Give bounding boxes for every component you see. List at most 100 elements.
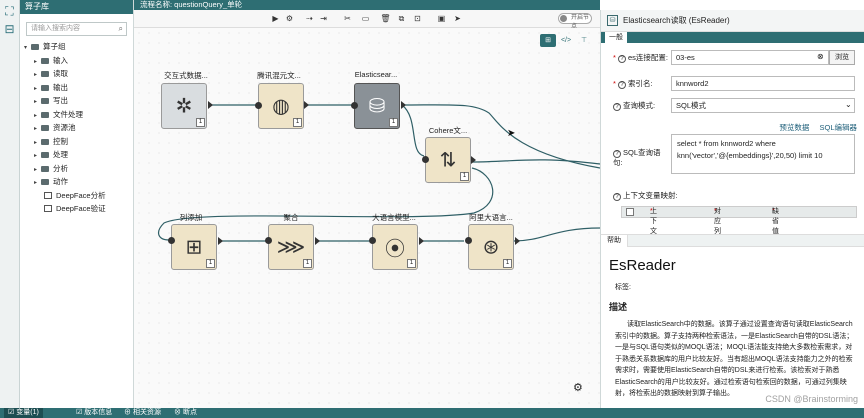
output-port[interactable] xyxy=(401,101,406,109)
rerank-icon: ⇅ xyxy=(439,149,457,172)
tree-root[interactable]: ▾ 算子组 xyxy=(20,40,133,54)
input-port[interactable] xyxy=(168,237,175,244)
help-icon[interactable]: ? xyxy=(613,150,621,158)
help-icon[interactable]: ? xyxy=(618,81,627,89)
input-port[interactable] xyxy=(265,237,272,244)
copy-icon[interactable]: ⧉ xyxy=(396,13,407,24)
tree-item-deepface-analyze[interactable]: DeepFace分析 xyxy=(20,189,133,203)
tab-general[interactable]: 一般 xyxy=(605,32,627,43)
es-config-field[interactable]: 03-es xyxy=(671,50,829,65)
output-port[interactable] xyxy=(304,101,309,109)
flow-node-elasticsearch[interactable]: ⛁ 1 xyxy=(354,83,400,129)
run-icon[interactable]: ▶ xyxy=(270,13,281,24)
help-icon[interactable]: ? xyxy=(613,103,621,111)
index-label: * ? 索引名: xyxy=(613,79,653,89)
globe-icon: ◍ xyxy=(272,95,290,118)
properties-panel: ⛁ Elasticsearch读取 (EsReader) 一般 * ? es连接配… xyxy=(600,10,864,255)
input-port[interactable] xyxy=(369,237,376,244)
database-icon: ⛁ xyxy=(368,95,386,118)
browse-button[interactable]: 浏览 xyxy=(829,50,855,65)
tab-variables[interactable]: ☑ 变量(1) xyxy=(4,408,43,418)
tree-group-write[interactable]: ▸ 写出 xyxy=(20,94,133,108)
chevron-down-icon[interactable]: ⌄ xyxy=(845,100,852,109)
output-port[interactable] xyxy=(471,156,476,164)
ali-llm-icon: ⊛ xyxy=(482,236,500,259)
tree-group-file[interactable]: ▸ 文件处理 xyxy=(20,108,133,122)
tree-icon[interactable]: ⊟ xyxy=(3,22,17,36)
select-all-checkbox[interactable] xyxy=(626,208,634,216)
library-search-input[interactable]: 请输入搜索内容 ⌕ xyxy=(26,22,127,36)
sql-textarea[interactable]: select * from knnword2 where knn('vector… xyxy=(671,134,855,174)
clear-icon[interactable]: ⊗ xyxy=(817,52,824,61)
input-port[interactable] xyxy=(465,237,472,244)
output-port[interactable] xyxy=(419,237,424,245)
tree-group-pool[interactable]: ▸ 资源池 xyxy=(20,121,133,135)
bottom-tabbar: ☑ 变量(1) ☑ 版本信息 ⊕ 相关资源 ⊗ 断点 xyxy=(0,408,864,418)
flow-node-cohere[interactable]: ⇅ 1 xyxy=(425,137,471,183)
help-icon[interactable]: ? xyxy=(613,193,621,201)
flow-node-aggregate[interactable]: ⋙ 1 xyxy=(268,224,314,270)
settings-gear-icon[interactable]: ⚙ xyxy=(573,381,583,394)
index-field[interactable]: knnword2 xyxy=(671,76,855,91)
node-label: 交互式数据... xyxy=(164,71,208,80)
output-port[interactable] xyxy=(218,237,223,245)
tab-help[interactable]: 帮助 xyxy=(601,235,628,247)
input-port[interactable] xyxy=(255,102,262,109)
preview-data-link[interactable]: 预览数据 xyxy=(779,123,809,132)
input-port[interactable] xyxy=(351,102,358,109)
monitor-icon[interactable]: ▭ xyxy=(360,13,371,24)
tree-group-control[interactable]: ▸ 控制 xyxy=(20,135,133,149)
disconnect-icon[interactable]: ⇥ xyxy=(318,13,329,24)
search-icon[interactable]: ⌕ xyxy=(119,23,123,35)
flow-node-interactive-data[interactable]: ✲ 1 xyxy=(161,83,207,129)
operator-icon xyxy=(44,205,52,212)
tree-group-read[interactable]: ▸ 读取 xyxy=(20,67,133,81)
chevron-down-icon[interactable]: ▾ xyxy=(24,42,31,56)
help-tags: 标签: xyxy=(615,284,631,291)
tree-group-process[interactable]: ▸ 处理 xyxy=(20,148,133,162)
tab-breakpoints[interactable]: ⊗ 断点 xyxy=(170,408,201,418)
tree-group-output[interactable]: ▸ 输出 xyxy=(20,81,133,95)
sql-editor-link[interactable]: SQL编辑器 xyxy=(819,123,857,132)
flow-node-ali-llm[interactable]: ⊛ 1 xyxy=(468,224,514,270)
send-icon[interactable]: ➤ xyxy=(452,13,463,24)
tree-group-action[interactable]: ▸ 动作 xyxy=(20,175,133,189)
tree-group-analysis[interactable]: ▸ 分析 xyxy=(20,162,133,176)
folder-icon xyxy=(41,125,49,131)
delete-icon[interactable]: 🗑 xyxy=(380,13,391,24)
output-port[interactable] xyxy=(208,101,213,109)
save-icon[interactable]: ▣ xyxy=(436,13,447,24)
help-icon[interactable]: ? xyxy=(618,55,627,63)
query-mode-label: ? 查询模式: xyxy=(613,100,655,111)
properties-header: ⛁ Elasticsearch读取 (EsReader) xyxy=(601,10,864,32)
tab-version[interactable]: ☑ 版本信息 xyxy=(72,408,116,418)
query-mode-select[interactable]: SQL模式 xyxy=(671,98,855,113)
tree-item-deepface-verify[interactable]: DeepFace验证 xyxy=(20,202,133,216)
tab-resources[interactable]: ⊕ 相关资源 xyxy=(120,408,165,418)
flow-node-llm[interactable]: ⦿ 1 xyxy=(372,224,418,270)
node-toggle[interactable]: 开启节点 xyxy=(558,13,592,30)
node-count: 1 xyxy=(460,172,469,181)
node-count: 1 xyxy=(206,259,215,268)
context-map-label: ? 上下文变量映射: xyxy=(613,190,678,201)
input-port[interactable] xyxy=(422,156,429,163)
tools-icon[interactable]: ✂ xyxy=(342,13,353,24)
library-title: 算子库 xyxy=(20,0,133,14)
output-port[interactable] xyxy=(315,237,320,245)
node-label: Cohere文... xyxy=(428,126,468,135)
flow-node-hunyuan[interactable]: ◍ 1 xyxy=(258,83,304,129)
paste-icon[interactable]: ⊡ xyxy=(412,13,423,24)
node-label: 列添加 xyxy=(179,213,203,222)
node-count: 1 xyxy=(407,259,416,268)
mouse-cursor-icon: ➤ xyxy=(507,128,516,139)
connect-icon[interactable]: ⇢ xyxy=(304,13,315,24)
folder-icon xyxy=(41,165,49,172)
node-label: 大语言模型... xyxy=(372,213,416,222)
flow-canvas[interactable]: ⊞ </> ⊤ 交互式数据... ✲ 1 腾讯混元文... ◍ 1 Elastics… xyxy=(134,28,600,408)
flow-node-add-column[interactable]: ⊞ 1 xyxy=(171,224,217,270)
tree-group-input[interactable]: ▸ 输入 xyxy=(20,54,133,68)
hierarchy-icon[interactable]: ⛶ xyxy=(3,4,17,18)
debug-icon[interactable]: ⚙ xyxy=(284,13,295,24)
chevron-right-icon[interactable]: ▸ xyxy=(34,177,41,191)
output-port[interactable] xyxy=(515,237,520,245)
